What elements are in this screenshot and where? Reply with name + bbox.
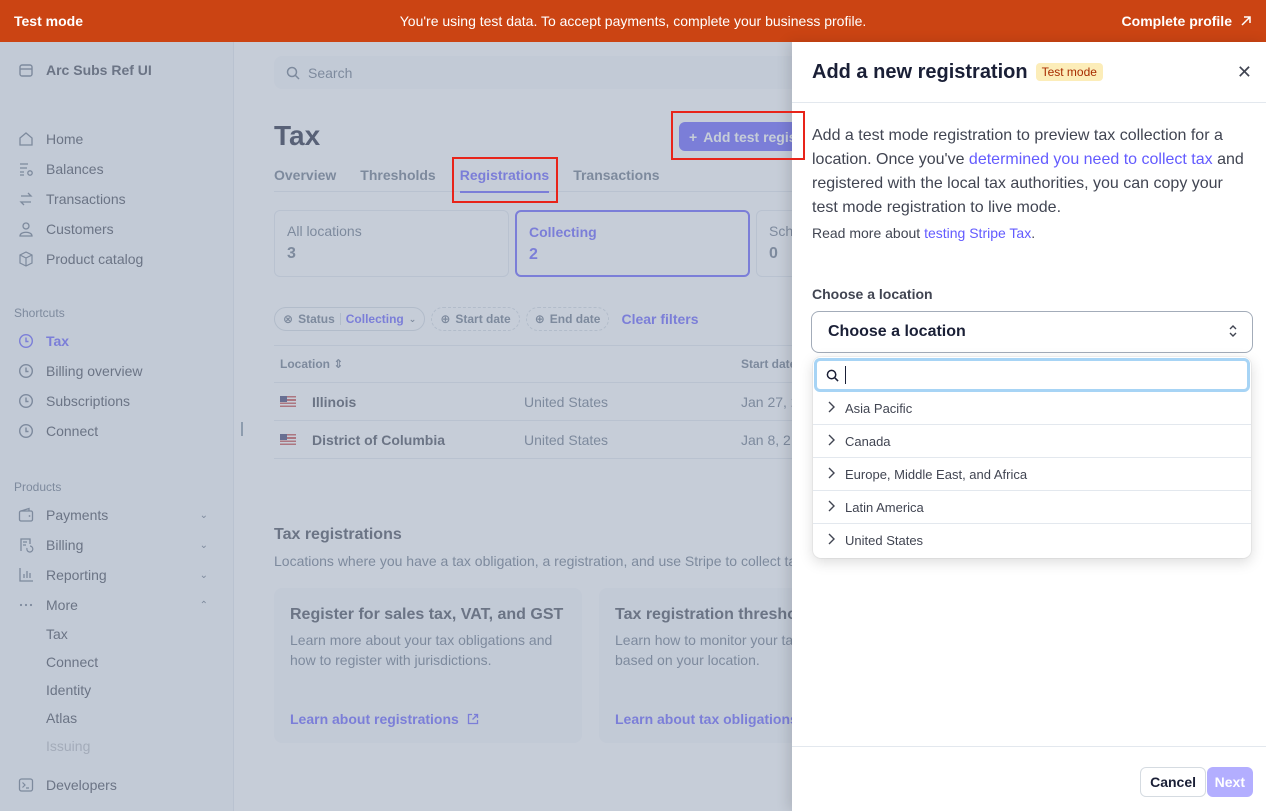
chevron-right-icon — [827, 533, 835, 548]
region-label: Latin America — [845, 499, 924, 515]
region-option-emea[interactable]: Europe, Middle East, and Africa — [813, 458, 1251, 491]
chevron-up-down-icon — [1228, 324, 1238, 341]
sidebar-resize-handle[interactable] — [241, 422, 243, 436]
drawer-header: Add a new registration Test mode ✕ — [792, 42, 1266, 103]
location-field-label: Choose a location — [812, 286, 933, 302]
region-label: Asia Pacific — [845, 400, 913, 416]
complete-profile-link[interactable]: Complete profile — [1122, 13, 1252, 29]
test-mode-banner: Test mode You're using test data. To acc… — [0, 0, 1266, 42]
chevron-right-icon — [827, 401, 835, 416]
testing-stripe-tax-link[interactable]: testing Stripe Tax — [924, 225, 1031, 241]
read-more-suffix: . — [1031, 225, 1036, 241]
complete-profile-label: Complete profile — [1121, 13, 1232, 29]
read-more-prefix: Read more about — [812, 225, 925, 241]
drawer-intro: Add a test mode registration to preview … — [812, 124, 1252, 220]
read-more: Read more about testing Stripe Tax. — [812, 225, 1252, 241]
determine-collect-tax-link[interactable]: determined you need to collect tax — [969, 151, 1213, 168]
chevron-right-icon — [827, 467, 835, 482]
location-dropdown: Asia Pacific Canada Europe, Middle East,… — [813, 357, 1251, 558]
close-icon[interactable]: ✕ — [1237, 62, 1252, 83]
region-option-latin-america[interactable]: Latin America — [813, 491, 1251, 524]
region-label: Canada — [845, 433, 891, 449]
arrow-up-right-icon — [1241, 16, 1251, 26]
location-select-value: Choose a location — [828, 323, 966, 340]
region-label: Europe, Middle East, and Africa — [845, 466, 1028, 482]
chevron-right-icon — [827, 434, 835, 449]
drawer-footer: Cancel Next — [792, 746, 1266, 811]
add-registration-drawer: Add a new registration Test mode ✕ Add a… — [792, 42, 1266, 811]
drawer-body: Add a test mode registration to preview … — [812, 124, 1252, 241]
location-search-field[interactable] — [814, 358, 1250, 392]
next-button[interactable]: Next — [1206, 767, 1253, 797]
test-mode-badge: Test mode — [1035, 63, 1103, 81]
drawer-title: Add a new registration — [812, 60, 1028, 83]
location-select[interactable]: Choose a location — [811, 311, 1253, 353]
cancel-button[interactable]: Cancel — [1140, 767, 1206, 797]
banner-message: You're using test data. To accept paymen… — [399, 13, 867, 29]
location-search-input[interactable] — [845, 366, 1225, 384]
region-option-canada[interactable]: Canada — [813, 425, 1251, 458]
region-label: United States — [845, 533, 924, 548]
chevron-right-icon — [827, 500, 835, 515]
modal-backdrop[interactable] — [0, 42, 792, 811]
region-option-united-states[interactable]: United States — [813, 524, 1251, 557]
region-option-asia-pacific[interactable]: Asia Pacific — [813, 392, 1251, 425]
search-icon — [826, 369, 839, 382]
test-mode-label: Test mode — [14, 13, 83, 29]
